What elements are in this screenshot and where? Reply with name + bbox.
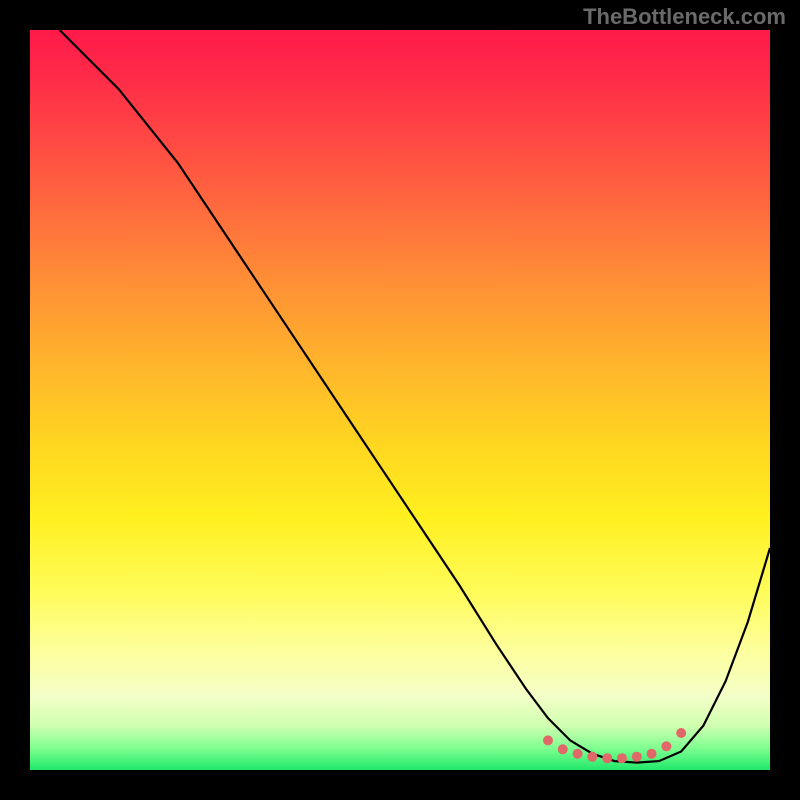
chart-marker [573,749,583,759]
chart-marker [676,728,686,738]
chart-marker [661,741,671,751]
chart-marker [602,753,612,763]
chart-marker [587,752,597,762]
chart-plot-area [30,30,770,770]
chart-marker [647,749,657,759]
chart-curve [60,30,770,763]
chart-marker [543,735,553,745]
watermark-text: TheBottleneck.com [583,4,786,30]
chart-marker [558,744,568,754]
chart-marker [617,753,627,763]
chart-overlay [30,30,770,770]
chart-marker [632,752,642,762]
